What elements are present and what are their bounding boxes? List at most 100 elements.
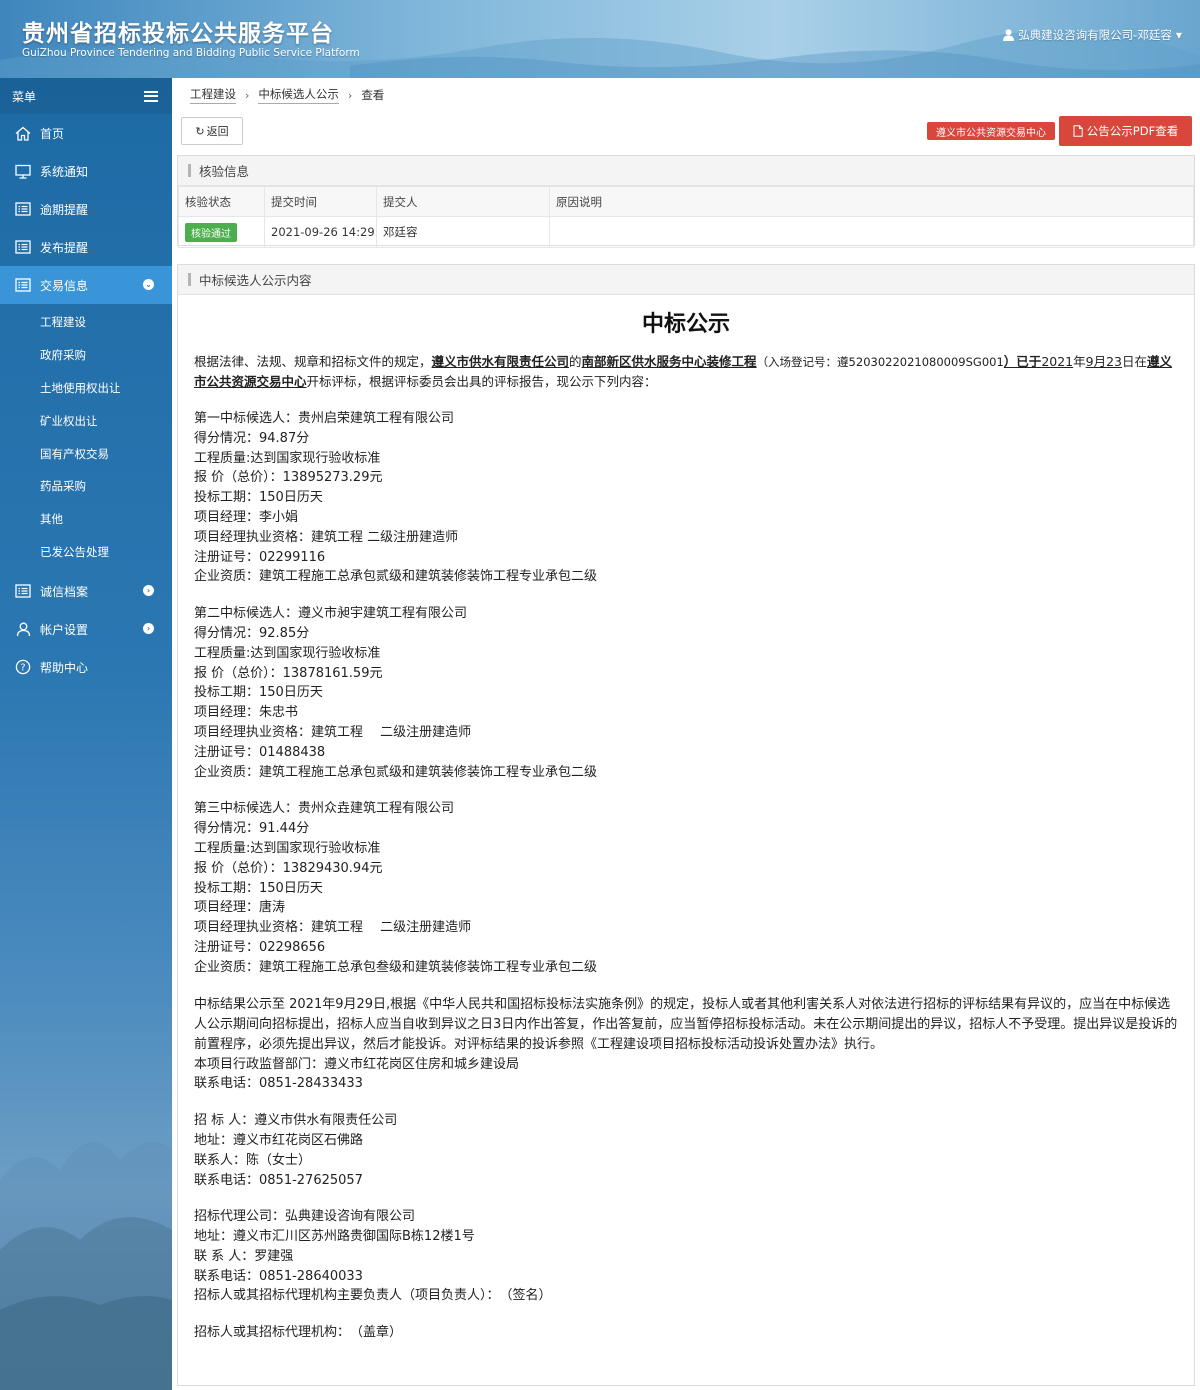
candidate-line: 项目经理：朱忠书 xyxy=(194,705,299,721)
pdf-icon xyxy=(1073,125,1083,137)
nav-account-settings[interactable]: 帐户设置 › xyxy=(0,610,172,648)
nav-account-settings-label: 帐户设置 xyxy=(40,622,89,637)
pdf-view-button[interactable]: 公告公示PDF查看 xyxy=(1059,116,1192,146)
monitor-icon xyxy=(14,162,32,180)
breadcrumb-candidate-notice[interactable]: 中标候选人公示 xyxy=(258,86,339,104)
top-header: 贵州省招标投标公共服务平台 GuiZhou Province Tendering… xyxy=(0,0,1200,78)
tenderer-line: 联系人：陈（女士） xyxy=(194,1152,312,1168)
table-header-row: 核验状态 提交时间 提交人 原因说明 xyxy=(178,186,1194,217)
menu-header: 菜单 xyxy=(0,78,172,114)
owner-name: 遵义市供水有限责任公司 xyxy=(431,354,570,369)
nav-home[interactable]: 首页 xyxy=(0,114,172,152)
candidate-line: 项目经理执业资格：建筑工程 二级注册建造师 xyxy=(194,529,459,545)
back-icon: ↻ xyxy=(195,124,205,138)
candidate-line: 项目经理：李小娟 xyxy=(194,509,299,525)
col-reason: 原因说明 xyxy=(549,186,1194,217)
list-icon xyxy=(14,200,32,218)
sub-item-construction[interactable]: 工程建设 xyxy=(0,306,172,339)
candidate-line: 报 价（总价）：13895273.29元 xyxy=(194,470,383,486)
main-content: 工程建设 › 中标候选人公示 › 查看 ↻ 返回 遵义市公共资源交易中心 公告公… xyxy=(172,78,1200,1390)
status-badge: 核验通过 xyxy=(185,222,237,242)
breadcrumb-current: 查看 xyxy=(361,88,385,102)
nav-overdue-reminder[interactable]: 逾期提醒 xyxy=(0,190,172,228)
tenderer-line: 联系电话：0851-27625057 xyxy=(194,1172,363,1188)
agency-line: 招标人或其招标代理机构主要负责人（项目负责人）： （签名） xyxy=(194,1288,552,1304)
nav-help-center[interactable]: ? 帮助中心 xyxy=(0,648,172,686)
candidate-line: 企业资质：建筑工程施工总承包贰级和建筑装修装饰工程专业承包二级 xyxy=(194,569,598,585)
trade-info-submenu: 工程建设 政府采购 土地使用权出让 矿业权出让 国有产权交易 药品采购 其他 已… xyxy=(0,304,172,572)
check-info-header: 核验信息 xyxy=(178,156,1194,186)
chevron-right-icon: › xyxy=(347,88,353,102)
intro-text: 年 xyxy=(1073,354,1086,369)
col-status: 核验状态 xyxy=(178,186,265,217)
agency-line: 招标代理公司：弘典建设咨询有限公司 xyxy=(194,1209,416,1225)
help-icon: ? xyxy=(14,658,32,676)
seal-line: 招标人或其招标代理机构： （盖章） xyxy=(194,1325,403,1341)
candidate-line: 第二中标候选人：遵义市昶宇建筑工程有限公司 xyxy=(194,606,468,622)
breadcrumb-construction[interactable]: 工程建设 xyxy=(190,86,236,104)
chevron-right-icon: › xyxy=(143,585,154,597)
announcement-panel: 中标候选人公示内容 中标公示 根据法律、法规、规章和招标文件的规定，遵义市供水有… xyxy=(177,264,1195,1386)
back-button-label: 返回 xyxy=(206,125,229,138)
sub-item-other[interactable]: 其他 xyxy=(0,503,172,536)
nav-credit-archive[interactable]: 诚信档案 › xyxy=(0,572,172,610)
sub-item-land-use[interactable]: 土地使用权出让 xyxy=(0,372,172,405)
seal-block: 招标人或其招标代理机构： （盖章） xyxy=(194,1323,1178,1343)
sub-item-mining-rights[interactable]: 矿业权出让 xyxy=(0,404,172,437)
list-icon xyxy=(14,238,32,256)
nav-publish-reminder[interactable]: 发布提醒 xyxy=(0,228,172,266)
hamburger-icon[interactable] xyxy=(144,90,158,102)
candidate-3: 第三中标候选人：贵州众垚建筑工程有限公司 得分情况：91.44分 工程质量:达到… xyxy=(194,799,1178,977)
check-info-panel: 核验信息 核验状态 提交时间 提交人 原因说明 核验通过 2021-09-26 … xyxy=(177,155,1195,248)
sub-item-gov-procurement[interactable]: 政府采购 xyxy=(0,339,172,372)
candidate-line: 得分情况：92.85分 xyxy=(194,625,310,641)
home-icon xyxy=(14,124,32,142)
chevron-right-icon: › xyxy=(143,623,154,635)
candidate-line: 项目经理：唐涛 xyxy=(194,900,286,916)
list-icon xyxy=(14,582,32,600)
tenderer-block: 招 标 人：遵义市供水有限责任公司 地址：遵义市红花岗区石佛路 联系人：陈（女士… xyxy=(194,1111,1178,1190)
registration-number: （入场登记号：遵520302202108000​9SG001 xyxy=(756,355,1004,369)
tenderer-line: 地址：遵义市红花岗区石佛路 xyxy=(194,1132,364,1148)
announcement-header: 中标候选人公示内容 xyxy=(178,265,1194,295)
cell-status: 核验通过 xyxy=(178,216,265,248)
sub-item-state-assets[interactable]: 国有产权交易 xyxy=(0,437,172,470)
pdf-view-label: 公告公示PDF查看 xyxy=(1086,124,1179,138)
document-title: 中标公示 xyxy=(641,312,730,337)
intro-text: 根据法律、法规、规章和招标文件的规定， xyxy=(194,354,432,369)
nav-system-notice[interactable]: 系统通知 xyxy=(0,152,172,190)
back-button[interactable]: ↻ 返回 xyxy=(181,117,243,145)
col-time: 提交时间 xyxy=(264,186,377,217)
candidate-line: 工程质量:达到国家现行验收标准 xyxy=(194,840,381,856)
candidate-line: 工程质量:达到国家现行验收标准 xyxy=(194,450,381,466)
intro-text: 开标评标，根据评标委员会出具的评标报告，现公示下列内容： xyxy=(306,374,657,389)
trade-center-tag[interactable]: 遵义市公共资源交易中心 xyxy=(927,122,1055,140)
notice-paragraph: 中标结果公示至 2021年9月29日,根据《中华人民共和国招标投标法实施条例》的… xyxy=(194,996,1178,1052)
candidate-1: 第一中标候选人：贵州启荣建筑工程有限公司 得分情况：94.87分 工程质量:达到… xyxy=(194,409,1178,587)
sub-item-published-notices[interactable]: 已发公告处理 xyxy=(0,536,172,569)
sidebar: 菜单 首页 系统通知 逾期提醒 发布提醒 交易信息 ⌄ 工程建设 政府采购 土地… xyxy=(0,78,172,1390)
nav-trade-info[interactable]: 交易信息 ⌄ xyxy=(0,266,172,304)
notice-block: 中标结果公示至 2021年9月29日,根据《中华人民共和国招标投标法实施条例》的… xyxy=(194,995,1178,1095)
check-info-table: 核验状态 提交时间 提交人 原因说明 核验通过 2021-09-26 14:29… xyxy=(178,186,1194,248)
caret-down-icon: ▼ xyxy=(1175,30,1182,40)
breadcrumb: 工程建设 › 中标候选人公示 › 查看 xyxy=(190,86,384,104)
agency-line: 联系电话：0851-28640033 xyxy=(194,1268,363,1284)
tenderer-line: 招 标 人：遵义市供水有限责任公司 xyxy=(194,1113,398,1129)
intro-paragraph: 根据法律、法规、规章和招标文件的规定，遵义市供水有限责任公司的南部新区供水服务中… xyxy=(194,352,1178,392)
sub-item-medicine[interactable]: 药品采购 xyxy=(0,470,172,503)
menu-label: 菜单 xyxy=(12,89,37,104)
table-row: 核验通过 2021-09-26 14:29 邓廷容 xyxy=(178,216,1194,248)
candidate-line: 注册证号：02298656 xyxy=(194,939,326,955)
cell-time: 2021-09-26 14:29 xyxy=(264,216,377,248)
user-menu[interactable]: 弘典建设咨询有限公司-邓廷容 ▼ xyxy=(1003,27,1182,43)
project-name: 南部新区供水服务中心装修工程 xyxy=(581,354,757,369)
intro-text: ）已于 xyxy=(1003,354,1042,369)
supervisor-line: 本项目行政监督部门：遵义市红花岗区住房和城乡建设局 xyxy=(194,1056,520,1072)
nav-system-notice-label: 系统通知 xyxy=(40,164,89,179)
user-icon xyxy=(1003,29,1015,41)
supervisor-phone: 联系电话：0851-28433433 xyxy=(194,1076,363,1092)
cell-submitter: 邓廷容 xyxy=(376,216,550,248)
nav-help-center-label: 帮助中心 xyxy=(40,660,89,675)
candidate-line: 投标工期：150日历天 xyxy=(194,685,323,701)
